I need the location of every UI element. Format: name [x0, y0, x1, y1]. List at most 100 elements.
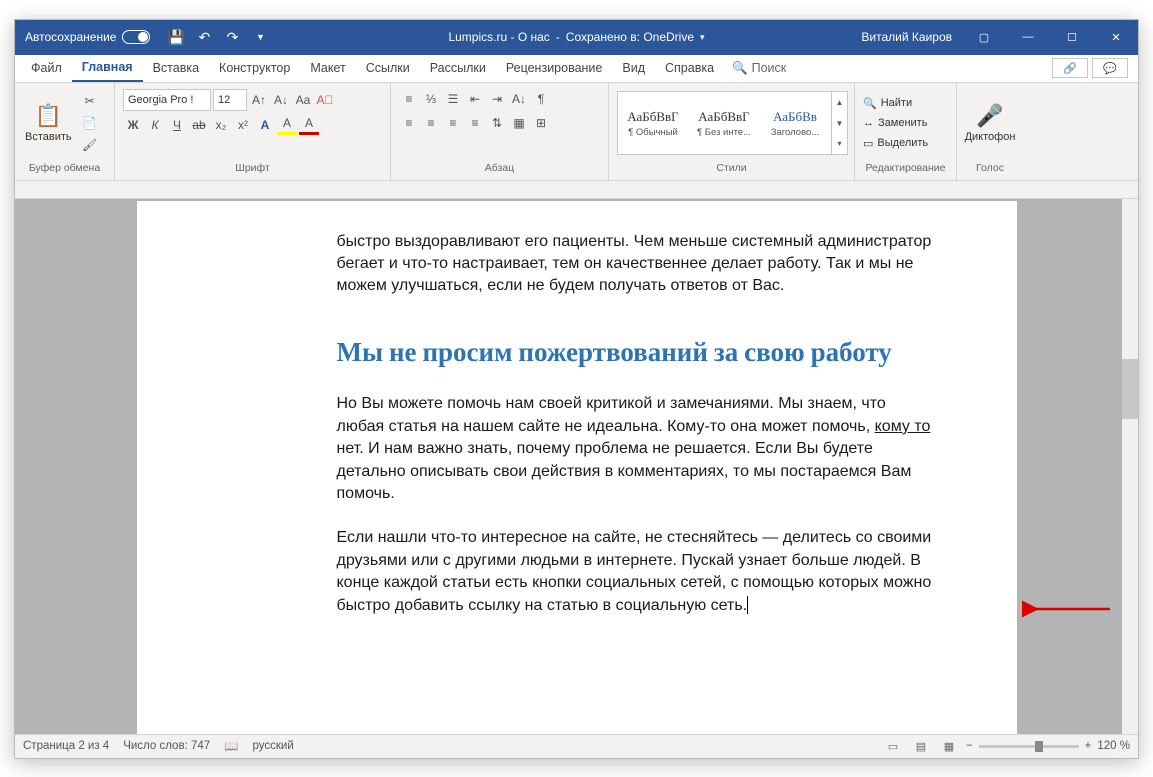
status-page[interactable]: Страница 2 из 4 [23, 740, 109, 752]
status-bar: Страница 2 из 4 Число слов: 747 📖 русски… [15, 734, 1138, 758]
paste-button[interactable]: 📋 Вставить [19, 101, 78, 145]
decrease-indent-icon[interactable]: ⇤ [465, 89, 485, 109]
user-name[interactable]: Виталий Каиров [851, 30, 962, 44]
tab-file[interactable]: Файл [21, 54, 72, 82]
vertical-scrollbar[interactable] [1122, 199, 1138, 734]
text-effects-icon[interactable]: A [255, 115, 275, 135]
italic-button[interactable]: К [145, 115, 165, 135]
zoom-in-icon[interactable]: + [1085, 740, 1092, 752]
replace-icon: ↔ [863, 117, 874, 129]
save-location: Сохранено в: OneDrive [566, 30, 694, 44]
change-case-icon[interactable]: Aa [293, 90, 313, 110]
select-button[interactable]: ▭Выделить [863, 134, 928, 152]
font-size-combo[interactable]: 12 [213, 89, 247, 111]
increase-indent-icon[interactable]: ⇥ [487, 89, 507, 109]
undo-icon[interactable]: ↶ [192, 25, 216, 49]
share-button[interactable]: 🔗 [1052, 58, 1088, 78]
zoom-slider[interactable] [979, 745, 1079, 748]
qat-dropdown-icon[interactable]: ▼ [248, 25, 272, 49]
title-bar: Автосохранение 💾 ↶ ↷ ▼ Lumpics.ru - О на… [15, 20, 1138, 55]
minimize-icon[interactable]: — [1006, 20, 1050, 55]
tab-mailings[interactable]: Рассылки [420, 54, 496, 82]
font-color-icon[interactable]: A [299, 115, 319, 135]
numbering-icon[interactable]: ⅓ [421, 89, 441, 109]
align-center-icon[interactable]: ≡ [421, 113, 441, 133]
shading-icon[interactable]: ▦ [509, 113, 529, 133]
search-box[interactable]: 🔍 Поиск [724, 61, 794, 76]
tab-help[interactable]: Справка [655, 54, 724, 82]
paragraph-1[interactable]: быстро выздоравливают его пациенты. Чем … [337, 231, 937, 298]
tab-review[interactable]: Рецензирование [496, 54, 613, 82]
tab-insert[interactable]: Вставка [143, 54, 209, 82]
zoom-level[interactable]: 120 % [1097, 740, 1130, 752]
web-layout-icon[interactable]: ▦ [938, 737, 960, 755]
dictate-button[interactable]: 🎤 Диктофон [961, 101, 1019, 145]
zoom-out-icon[interactable]: − [966, 740, 973, 752]
ribbon: 📋 Вставить ✂ 📄 🖌 Буфер обмена Georgia Pr… [15, 83, 1138, 181]
subscript-button[interactable]: x₂ [211, 115, 231, 135]
spellcheck-icon[interactable]: 📖 [224, 739, 238, 753]
align-right-icon[interactable]: ≡ [443, 113, 463, 133]
underline-button[interactable]: Ч [167, 115, 187, 135]
justify-icon[interactable]: ≡ [465, 113, 485, 133]
find-button[interactable]: 🔍Найти [863, 94, 928, 112]
tab-layout[interactable]: Макет [300, 54, 355, 82]
print-layout-icon[interactable]: ▤ [910, 737, 932, 755]
status-language[interactable]: русский [252, 740, 293, 752]
chevron-down-icon[interactable]: ▾ [700, 32, 705, 43]
multilevel-icon[interactable]: ☰ [443, 89, 463, 109]
clear-format-icon[interactable]: A⃠ [315, 90, 335, 110]
link-komu-to[interactable]: кому то [875, 418, 931, 435]
tab-view[interactable]: Вид [612, 54, 655, 82]
styles-more[interactable]: ▲▼▾ [831, 92, 847, 154]
tab-home[interactable]: Главная [72, 54, 143, 82]
strikethrough-button[interactable]: ab [189, 115, 209, 135]
tab-references[interactable]: Ссылки [356, 54, 420, 82]
font-name-combo[interactable]: Georgia Pro ! [123, 89, 211, 111]
grow-font-icon[interactable]: A↑ [249, 90, 269, 110]
superscript-button[interactable]: x² [233, 115, 253, 135]
save-icon[interactable]: 💾 [164, 25, 188, 49]
copy-icon[interactable]: 📄 [80, 113, 100, 133]
align-left-icon[interactable]: ≡ [399, 113, 419, 133]
borders-icon[interactable]: ⊞ [531, 113, 551, 133]
document-area[interactable]: быстро выздоравливают его пациенты. Чем … [15, 181, 1138, 734]
style-heading[interactable]: АаБбВв Заголово... [760, 92, 830, 154]
close-icon[interactable]: ✕ [1094, 20, 1138, 55]
cut-icon[interactable]: ✂ [80, 91, 100, 111]
format-painter-icon[interactable]: 🖌 [80, 135, 100, 155]
word-window: Автосохранение 💾 ↶ ↷ ▼ Lumpics.ru - О на… [14, 19, 1139, 759]
read-mode-icon[interactable]: ▭ [882, 737, 904, 755]
maximize-icon[interactable]: ☐ [1050, 20, 1094, 55]
separator: - [556, 30, 560, 44]
shrink-font-icon[interactable]: A↓ [271, 90, 291, 110]
status-words[interactable]: Число слов: 747 [123, 740, 210, 752]
ribbon-options-icon[interactable]: ▢ [962, 20, 1006, 55]
heading-1[interactable]: Мы не просим пожертвований за свою работ… [337, 334, 937, 372]
ribbon-tabs: Файл Главная Вставка Конструктор Макет С… [15, 55, 1138, 83]
autosave-toggle[interactable] [122, 30, 150, 44]
paragraph-3[interactable]: Если нашли что-то интересное на сайте, н… [337, 527, 937, 617]
scrollbar-thumb[interactable] [1122, 359, 1138, 419]
styles-gallery[interactable]: АаБбВвГ ¶ Обычный АаБбВвГ ¶ Без инте... … [617, 91, 848, 155]
redo-icon[interactable]: ↷ [220, 25, 244, 49]
ruler[interactable] [15, 181, 1138, 199]
replace-button[interactable]: ↔Заменить [863, 114, 928, 132]
show-marks-icon[interactable]: ¶ [531, 89, 551, 109]
search-placeholder: Поиск [752, 61, 787, 75]
group-font-label: Шрифт [119, 162, 386, 178]
paragraph-2[interactable]: Но Вы можете помочь нам своей критикой и… [337, 393, 937, 505]
highlight-icon[interactable]: A [277, 115, 297, 135]
page[interactable]: быстро выздоравливают его пациенты. Чем … [137, 201, 1017, 734]
bold-button[interactable]: Ж [123, 115, 143, 135]
style-no-spacing[interactable]: АаБбВвГ ¶ Без инте... [689, 92, 759, 154]
style-normal[interactable]: АаБбВвГ ¶ Обычный [618, 92, 688, 154]
bullets-icon[interactable]: ≡ [399, 89, 419, 109]
text-cursor [747, 596, 748, 614]
group-paragraph-label: Абзац [395, 162, 604, 178]
tab-design[interactable]: Конструктор [209, 54, 300, 82]
sort-icon[interactable]: A↓ [509, 89, 529, 109]
line-spacing-icon[interactable]: ⇅ [487, 113, 507, 133]
comments-button[interactable]: 💬 [1092, 58, 1128, 78]
group-editing-label: Редактирование [859, 162, 952, 178]
